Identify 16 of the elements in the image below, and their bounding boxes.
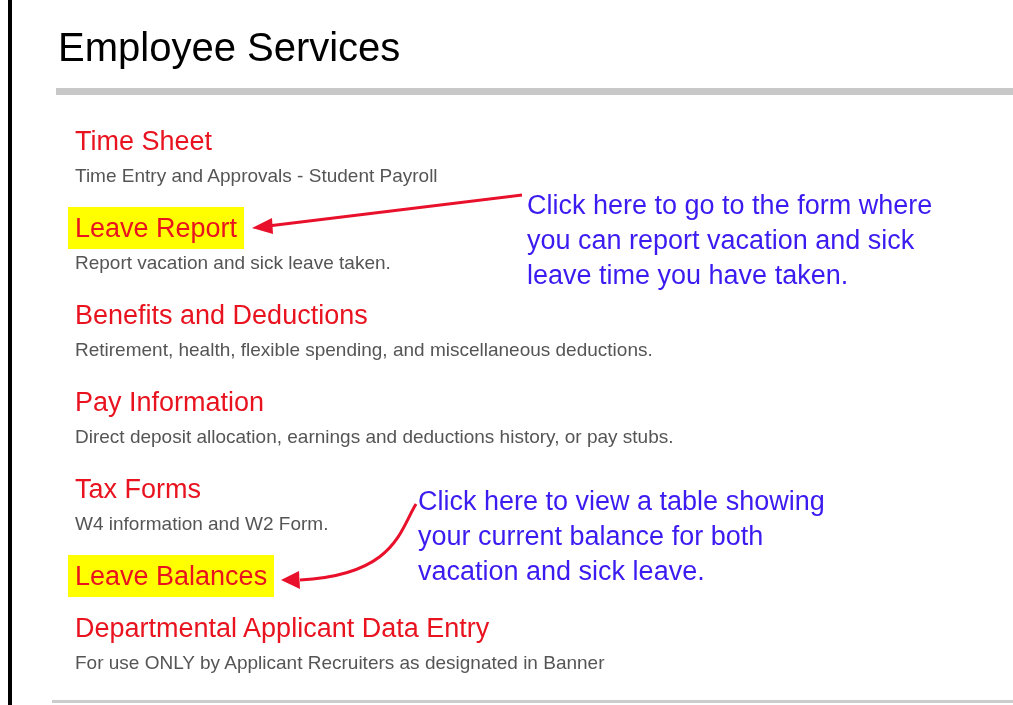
service-description: Direct deposit allocation, earnings and deductions history, or pay stubs. (75, 425, 674, 449)
service-description: Time Entry and Approvals - Student Payroll (75, 164, 438, 188)
annotation-text: Click here to go to the form where you can report vacation and sick leave time you have taken. (527, 189, 933, 292)
service-link[interactable]: Tax Forms (68, 468, 208, 510)
service-link[interactable]: Pay Information (68, 381, 272, 423)
service-link[interactable]: Leave Balances (68, 555, 275, 597)
service-link[interactable]: Benefits and Deductions (68, 294, 375, 336)
annotation-text: Click here to view a table showing your current balance for both vacation and sick leave. (418, 485, 825, 588)
service-description: Retirement, health, flexible spending, and miscellaneous deductions. (75, 338, 653, 362)
service-link[interactable]: Time Sheet (68, 120, 220, 162)
service-description: Report vacation and sick leave taken. (75, 251, 391, 275)
service-link[interactable]: Departmental Applicant Data Entry (68, 607, 497, 649)
service-description: For use ONLY by Applicant Recruiters as designated in Banner (75, 651, 605, 675)
service-description: W4 information and W2 Form. (75, 512, 329, 536)
page-title: Employee Services (58, 24, 401, 71)
service-link[interactable]: Leave Report (68, 207, 245, 249)
